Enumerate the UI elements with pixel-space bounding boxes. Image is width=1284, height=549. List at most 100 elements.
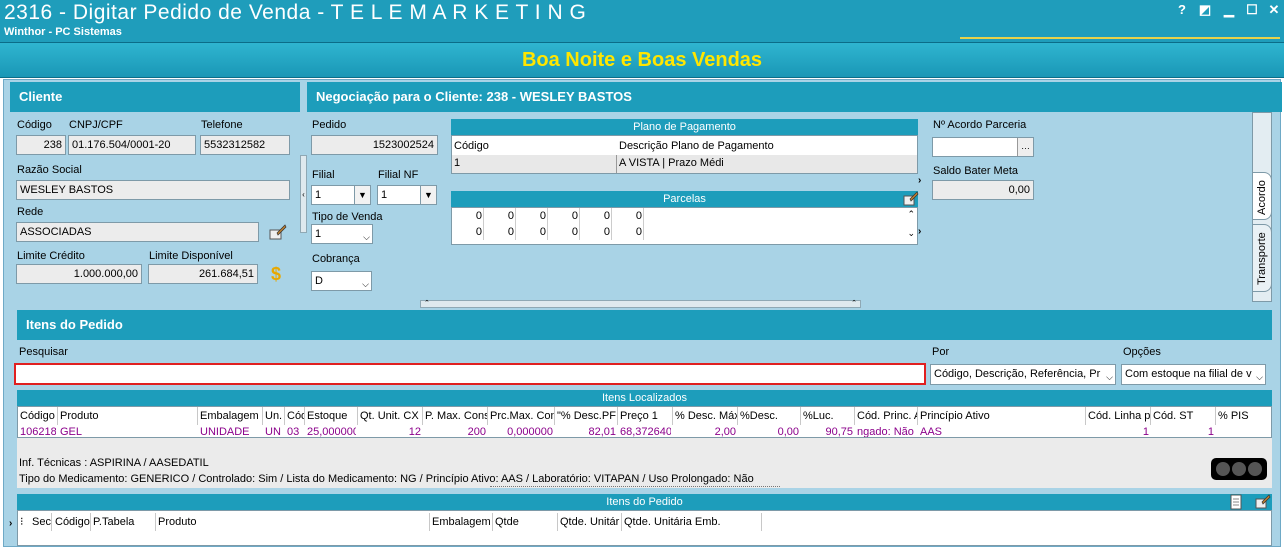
minimize-button[interactable]: ▁: [1221, 2, 1237, 18]
acordo-lookup-button[interactable]: …: [1017, 138, 1033, 156]
light-icon: [1216, 462, 1230, 476]
column-header[interactable]: Cód: [285, 407, 305, 425]
razao-social-field[interactable]: WESLEY BASTOS: [16, 180, 290, 200]
table-cell: AAS: [920, 426, 943, 438]
plano-row-descricao: A VISTA | Prazo Médi: [619, 157, 724, 169]
chevron-down-icon: ⌵: [1106, 372, 1113, 382]
column-header[interactable]: Qtde. Unitár: [558, 513, 622, 531]
grid-menu-icon[interactable]: ⁝: [20, 515, 24, 528]
column-header[interactable]: Produto: [156, 513, 430, 531]
opcoes-select[interactable]: Com estoque na filial de v ⌵: [1121, 364, 1266, 385]
pedido-field[interactable]: 1523002524: [311, 135, 438, 155]
edit-itens-icon[interactable]: [1255, 493, 1271, 509]
close-button[interactable]: ✕: [1266, 2, 1282, 18]
column-header[interactable]: Princípio Ativo: [918, 407, 1086, 425]
por-select[interactable]: Código, Descrição, Referência, Pr ⌵: [930, 364, 1116, 385]
parcela-divider: [515, 208, 516, 224]
parcela-cell[interactable]: 0: [518, 210, 546, 222]
column-header[interactable]: Qtde. Unitária Emb.: [622, 513, 762, 531]
table-row[interactable]: 106218 GEL UNIDADE UN 03 25,000000 12 200 0,0000…: [18, 426, 1271, 438]
edit-parcelas-icon[interactable]: [903, 190, 919, 206]
limite-disponivel-field[interactable]: 261.684,51: [148, 264, 258, 284]
column-header[interactable]: Preço 1: [618, 407, 673, 425]
column-header[interactable]: Produto: [58, 407, 198, 425]
restore-layout-button[interactable]: ◩: [1197, 2, 1213, 18]
codigo-field[interactable]: 238: [16, 135, 66, 155]
splitter-handle[interactable]: ⌃ ⌃: [420, 300, 861, 308]
column-header[interactable]: Embalagem: [430, 513, 493, 531]
column-header[interactable]: Código: [53, 513, 91, 531]
pedido-itens-header: Itens do Pedido: [17, 494, 1272, 510]
parcelas-grid[interactable]: 000000000000 ⌃ ⌄: [451, 207, 918, 245]
light-icon: [1248, 462, 1262, 476]
plano-arrow-icon[interactable]: ›: [918, 175, 921, 186]
filial-nf-select[interactable]: 1 ▼: [377, 185, 437, 205]
column-header[interactable]: Sec: [30, 513, 52, 531]
table-cell: 106218: [20, 426, 56, 438]
column-header[interactable]: Embalagem: [198, 407, 263, 425]
tab-acordo[interactable]: Acordo: [1252, 172, 1272, 220]
document-icon[interactable]: [1228, 494, 1244, 510]
parcela-cell[interactable]: 0: [486, 210, 514, 222]
parcela-cell[interactable]: 0: [454, 226, 482, 238]
table-cell: 12: [408, 426, 421, 438]
column-header[interactable]: P.Tabela: [91, 513, 156, 531]
filial-select[interactable]: 1 ▼: [311, 185, 371, 205]
telefone-field[interactable]: 5532312582: [200, 135, 290, 155]
localizados-grid[interactable]: CódigoProdutoEmbalagemUn.CódEstoqueQt. U…: [17, 406, 1272, 438]
parcela-cell[interactable]: 0: [550, 226, 578, 238]
limite-credito-field[interactable]: 1.000.000,00: [16, 264, 142, 284]
parcela-cell[interactable]: 0: [614, 226, 642, 238]
column-header[interactable]: %Luc.: [801, 407, 855, 425]
parcela-cell[interactable]: 0: [486, 226, 514, 238]
column-header[interactable]: Estoque: [305, 407, 358, 425]
parcelas-arrow-icon[interactable]: ›: [918, 226, 921, 237]
parcela-cell[interactable]: 0: [582, 226, 610, 238]
column-header[interactable]: Qtde: [493, 513, 558, 531]
plano-col-descricao: Descrição Plano de Pagamento: [619, 140, 774, 152]
parcela-cell[interactable]: 0: [550, 210, 578, 222]
dollar-icon[interactable]: $: [271, 264, 281, 285]
column-header[interactable]: Un.: [263, 407, 285, 425]
table-cell: 03: [287, 426, 300, 438]
saldo-field[interactable]: 0,00: [932, 180, 1034, 200]
column-header[interactable]: %Desc.: [738, 407, 801, 425]
help-button[interactable]: ?: [1174, 2, 1190, 18]
table-cell: 200: [467, 426, 486, 438]
rede-field[interactable]: ASSOCIADAS: [16, 222, 259, 242]
parcela-divider: [643, 224, 644, 240]
column-header[interactable]: Código: [18, 407, 58, 425]
cobranca-select[interactable]: D ⌵: [311, 271, 372, 291]
tab-transporte[interactable]: Transporte: [1252, 224, 1272, 292]
table-cell: GEL: [60, 426, 83, 438]
splitter-dots[interactable]: [490, 486, 780, 490]
plano-pagamento-grid[interactable]: Código Descrição Plano de Pagamento 1 A …: [451, 135, 918, 174]
scroll-down-icon[interactable]: ⌄: [907, 228, 915, 239]
parcela-cell[interactable]: 0: [582, 210, 610, 222]
column-header[interactable]: Cód. ST: [1151, 407, 1216, 425]
maximize-button[interactable]: ☐: [1244, 2, 1260, 18]
parcela-divider: [643, 208, 644, 224]
column-header[interactable]: Prc.Max. Con: [488, 407, 555, 425]
chevron-down-icon: ⌵: [1256, 372, 1263, 382]
column-header[interactable]: % PIS: [1216, 407, 1271, 425]
telefone-label: Telefone: [201, 119, 243, 131]
info-tecnicas: Inf. Técnicas : ASPIRINA / AASEDATIL: [19, 457, 209, 469]
cnpj-field[interactable]: 01.176.504/0001-20: [68, 135, 196, 155]
column-header[interactable]: Cód. Linha pr: [1086, 407, 1151, 425]
column-header[interactable]: "% Desc.PF: [555, 407, 618, 425]
column-header[interactable]: P. Max. Cons: [423, 407, 488, 425]
scroll-up-icon[interactable]: ⌃: [907, 209, 915, 220]
column-header[interactable]: Qt. Unit. CX: [358, 407, 423, 425]
column-header[interactable]: % Desc. Máx: [673, 407, 738, 425]
tipo-venda-select[interactable]: 1 ⌵: [311, 224, 373, 244]
collapse-left-handle[interactable]: ‹: [300, 155, 307, 233]
column-header[interactable]: Cód. Princ. A: [855, 407, 918, 425]
parcela-cell[interactable]: 0: [614, 210, 642, 222]
edit-rede-icon[interactable]: [269, 223, 287, 241]
parcela-cell[interactable]: 0: [518, 226, 546, 238]
pedido-itens-grid[interactable]: ⁝ Sec Código P.Tabela Produto Embalagem Qtde Qt…: [17, 510, 1272, 546]
parcela-divider: [579, 224, 580, 240]
parcela-cell[interactable]: 0: [454, 210, 482, 222]
search-input[interactable]: [14, 363, 926, 385]
